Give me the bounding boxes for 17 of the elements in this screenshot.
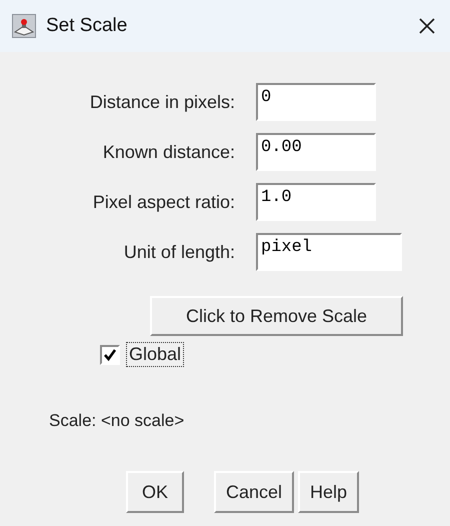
input-field[interactable]: 0 xyxy=(256,83,376,121)
field-label: Distance in pixels: xyxy=(88,92,235,112)
checkbox[interactable] xyxy=(100,344,120,364)
input-field[interactable]: pixel xyxy=(256,233,402,271)
dialog-button[interactable]: OK xyxy=(126,471,184,513)
app-icon xyxy=(12,14,36,38)
dialog-button[interactable]: Cancel xyxy=(214,471,294,513)
field-label: Known distance: xyxy=(102,142,235,162)
input-field[interactable]: 1.0 xyxy=(256,183,376,221)
remove-scale-button[interactable]: Click to Remove Scale xyxy=(150,296,403,336)
field-label: Unit of length: xyxy=(122,242,235,262)
checkbox-label[interactable]: Global xyxy=(126,342,184,367)
window-title: Set Scale xyxy=(46,15,128,37)
field-label: Pixel aspect ratio: xyxy=(92,192,235,212)
input-field[interactable]: 0.00 xyxy=(256,133,376,171)
dialog-button[interactable]: Help xyxy=(298,471,360,513)
scale-text: Scale: <no scale> xyxy=(49,411,186,431)
